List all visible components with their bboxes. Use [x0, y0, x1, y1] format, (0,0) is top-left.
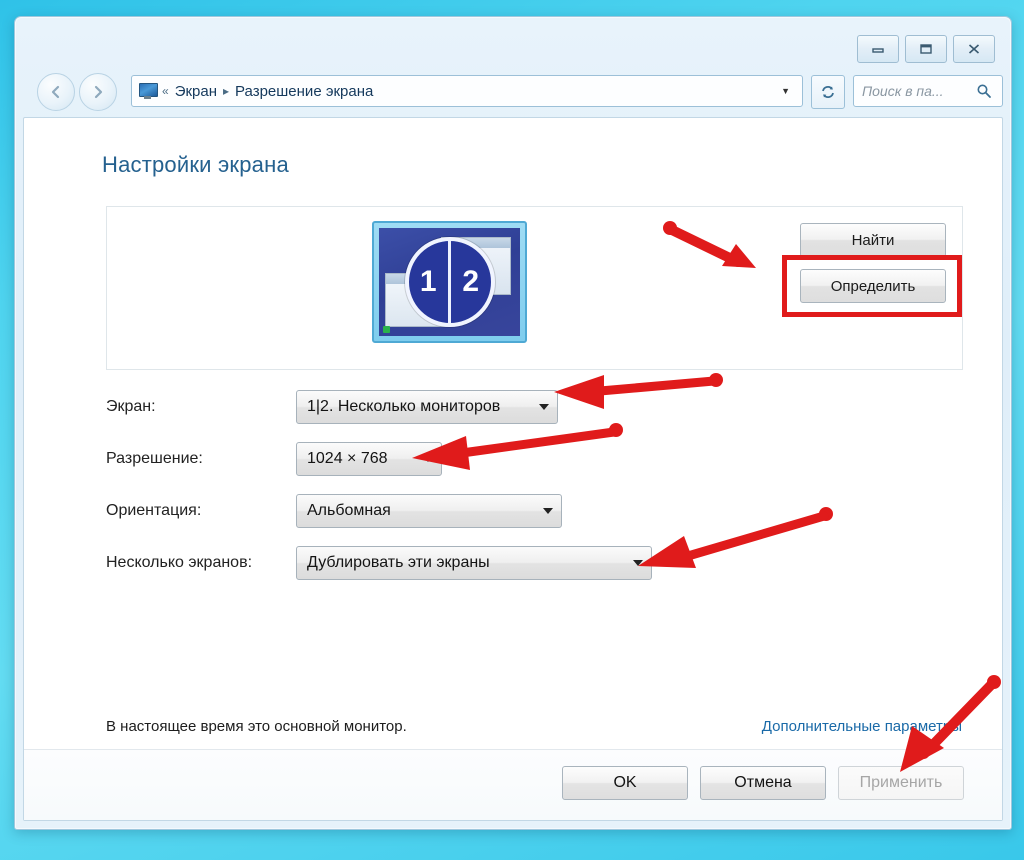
monitor-screen: 1 2 — [379, 228, 520, 336]
monitor-thumbnail[interactable]: 1 2 — [372, 221, 527, 343]
form-row-display: Экран: 1|2. Несколько мониторов — [106, 386, 962, 438]
chevron-down-icon — [423, 456, 433, 462]
refresh-button[interactable] — [811, 75, 845, 109]
display-settings-window: « Экран ▸ Разрешение экрана ▼ Поиск в па… — [14, 16, 1012, 830]
monitor-number-1: 1 — [409, 241, 451, 323]
chevron-down-icon — [633, 560, 643, 566]
close-button[interactable] — [953, 35, 995, 63]
desktop-background: « Экран ▸ Разрешение экрана ▼ Поиск в па… — [0, 0, 1024, 860]
display-icon — [138, 82, 158, 100]
minimize-button[interactable] — [857, 35, 899, 63]
resolution-select[interactable]: 1024 × 768 — [296, 442, 442, 476]
display-select-value: 1|2. Несколько мониторов — [307, 398, 501, 415]
dialog-footer: OK Отмена Применить — [24, 749, 1002, 820]
advanced-settings-link[interactable]: Дополнительные параметры — [762, 718, 962, 735]
breadcrumb-item-screen-resolution[interactable]: Разрешение экрана — [235, 83, 373, 100]
breadcrumb-separator: ▸ — [223, 84, 230, 98]
chevron-down-icon — [539, 404, 549, 410]
form-row-orientation: Ориентация: Альбомная — [106, 490, 962, 542]
display-select[interactable]: 1|2. Несколько мониторов — [296, 390, 558, 424]
page-title: Настройки экрана — [102, 152, 289, 177]
preview-taskbar-icon — [383, 326, 390, 333]
back-button[interactable] — [37, 73, 75, 111]
find-button[interactable]: Найти — [800, 223, 946, 257]
monitor-number-2: 2 — [462, 265, 480, 298]
monitor-preview-panel: 1 2 Найти Определить — [106, 206, 963, 370]
search-input[interactable] — [860, 82, 976, 100]
annotation-highlight-box — [782, 255, 962, 317]
forward-button[interactable] — [79, 73, 117, 111]
breadcrumb-item-display[interactable]: Экран — [175, 83, 217, 100]
ok-button[interactable]: OK — [562, 766, 688, 800]
monitor-number-badge: 1 2 — [404, 237, 495, 327]
title-bar — [15, 17, 1011, 65]
maximize-button[interactable] — [905, 35, 947, 63]
orientation-select[interactable]: Альбомная — [296, 494, 562, 528]
breadcrumb-overflow[interactable]: « — [162, 84, 169, 98]
chevron-down-icon — [543, 508, 553, 514]
settings-form: Экран: 1|2. Несколько мониторов Разрешен… — [106, 386, 962, 594]
cancel-button[interactable]: Отмена — [700, 766, 826, 800]
multiple-displays-select-value: Дублировать эти экраны — [307, 554, 490, 571]
window-controls — [857, 35, 995, 63]
orientation-label: Ориентация: — [106, 502, 202, 519]
address-bar[interactable]: « Экран ▸ Разрешение экрана ▼ — [131, 75, 803, 107]
search-box[interactable] — [853, 75, 1003, 107]
apply-button: Применить — [838, 766, 964, 800]
resolution-label: Разрешение: — [106, 450, 203, 467]
note-row: В настоящее время это основной монитор. … — [106, 718, 962, 744]
navigation-buttons — [37, 73, 117, 111]
resolution-select-value: 1024 × 768 — [307, 450, 388, 467]
orientation-select-value: Альбомная — [307, 502, 391, 519]
chevron-down-icon[interactable]: ▼ — [773, 86, 798, 96]
form-row-multiple-displays: Несколько экранов: Дублировать эти экран… — [106, 542, 962, 594]
display-label: Экран: — [106, 398, 156, 415]
settings-page: Настройки экрана 1 2 Найти Определить Эк… — [24, 118, 1002, 750]
multiple-displays-label: Несколько экранов: — [106, 554, 253, 571]
search-icon — [977, 84, 991, 98]
address-bar-row: « Экран ▸ Разрешение экрана ▼ — [15, 69, 1011, 113]
form-row-resolution: Разрешение: 1024 × 768 — [106, 438, 962, 490]
primary-monitor-note: В настоящее время это основной монитор. — [106, 718, 407, 735]
client-area: Настройки экрана 1 2 Найти Определить Эк… — [23, 117, 1003, 821]
multiple-displays-select[interactable]: Дублировать эти экраны — [296, 546, 652, 580]
breadcrumb: « Экран ▸ Разрешение экрана — [162, 83, 373, 100]
